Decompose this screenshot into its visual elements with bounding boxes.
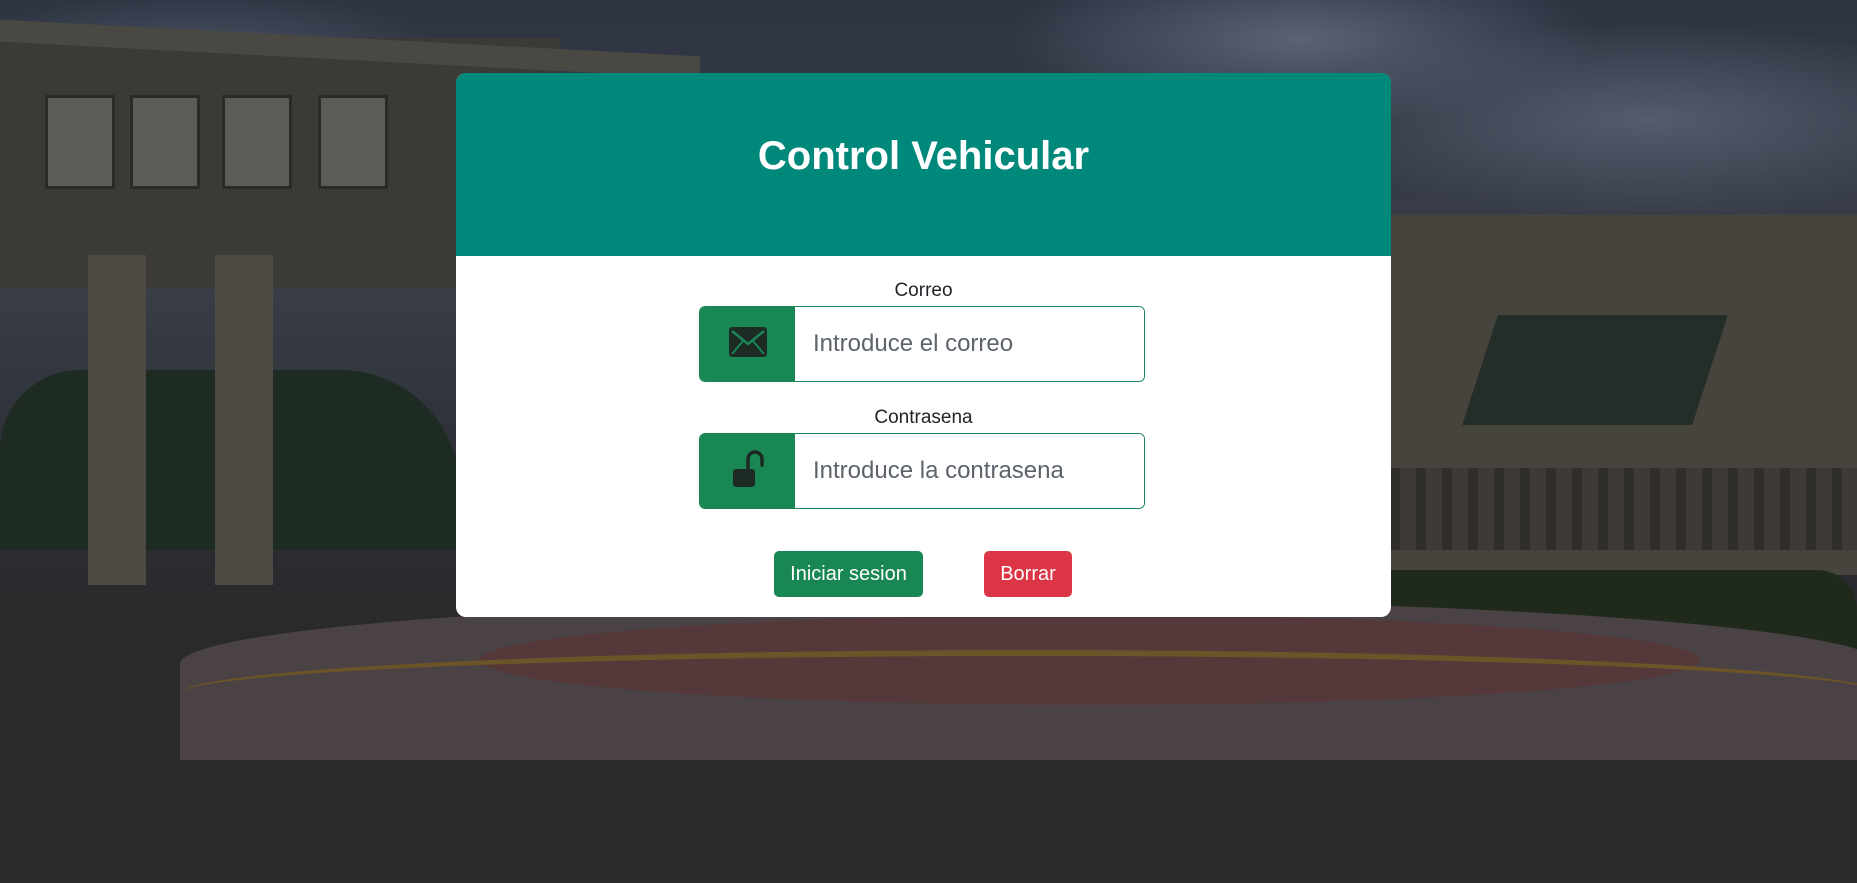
password-field[interactable] xyxy=(795,434,1144,508)
email-label: Correo xyxy=(894,280,953,301)
password-label: Contrasena xyxy=(874,407,973,428)
email-input-group xyxy=(699,306,1145,382)
card-header: Control Vehicular xyxy=(456,73,1391,256)
login-card: Control Vehicular Correo Contrasena xyxy=(456,73,1391,617)
unlock-icon xyxy=(731,449,765,494)
password-input-group xyxy=(699,433,1145,509)
clear-button[interactable]: Borrar xyxy=(984,551,1072,597)
password-addon xyxy=(700,434,795,508)
login-button[interactable]: Iniciar sesion xyxy=(774,551,923,597)
email-addon xyxy=(700,307,795,381)
page-title: Control Vehicular xyxy=(757,134,1090,178)
email-field[interactable] xyxy=(795,307,1144,381)
envelope-icon xyxy=(728,326,767,362)
